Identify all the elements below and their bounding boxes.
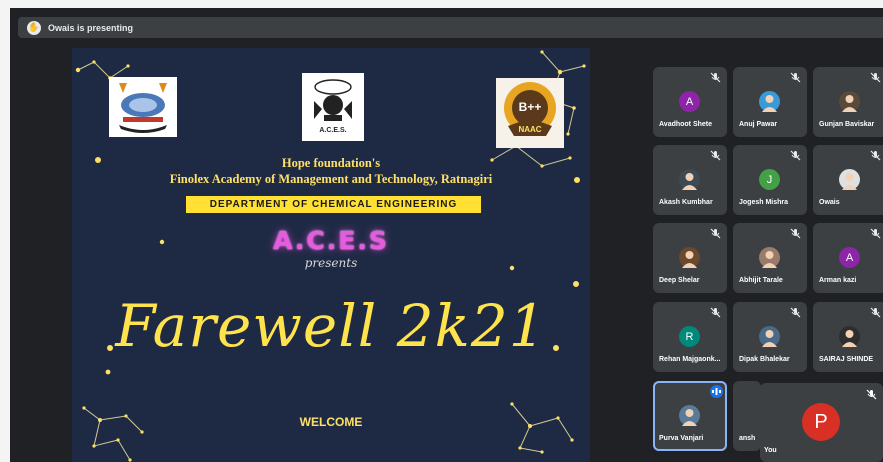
participant-tile[interactable]: Owais [813, 145, 883, 215]
participant-tile[interactable]: J Jogesh Mishra [733, 145, 807, 215]
participant-name: Anuj Pawar [739, 121, 778, 128]
participant-tile[interactable]: A Avadhoot Shete [653, 67, 727, 137]
avatar: R [679, 326, 700, 347]
avatar: A [679, 91, 700, 112]
self-label: You [764, 447, 777, 454]
participant-name: Abhijit Tarale [739, 277, 783, 284]
mic-off-icon [710, 72, 721, 83]
presenting-bar: ✋ Owais is presenting [18, 17, 883, 38]
mic-off-icon [710, 150, 721, 161]
avatar [679, 247, 700, 268]
avatar: A [839, 247, 860, 268]
presents-text: presents [304, 256, 358, 270]
mic-off-icon [870, 150, 881, 161]
department-banner: DEPARTMENT OF CHEMICAL ENGINEERING [186, 196, 481, 213]
avatar: P [802, 403, 840, 441]
participant-tile[interactable]: Anuj Pawar [733, 67, 807, 137]
avatar [839, 169, 860, 190]
mic-off-icon [790, 228, 801, 239]
mic-off-icon [866, 389, 877, 400]
presenting-text: Owais is presenting [48, 22, 134, 33]
mic-off-icon [790, 307, 801, 318]
participant-tile[interactable]: Deep Shelar [653, 223, 727, 293]
mic-off-icon [870, 228, 881, 239]
participant-tile[interactable]: Purva Vanjari [653, 381, 727, 451]
naac-grade: B++ [518, 100, 542, 114]
participant-name: Rehan Majgaonk... [659, 356, 721, 363]
avatar [759, 91, 780, 112]
participant-name: Purva Vanjari [659, 435, 704, 442]
avatar [679, 169, 700, 190]
participant-name: SAIRAJ SHINDE [819, 356, 874, 363]
institution-name: Finolex Academy of Management and Techno… [169, 172, 493, 186]
avatar [839, 91, 860, 112]
aces-logo-caption: A.C.E.S. [319, 127, 347, 134]
participant-name: ansh [739, 435, 756, 442]
welcome-text: WELCOME [299, 415, 363, 429]
participant-tile[interactable]: SAIRAJ SHINDE [813, 302, 883, 372]
participant-name: Arman kazi [819, 277, 857, 284]
avatar [759, 326, 780, 347]
participant-tile[interactable]: Akash Kumbhar [653, 145, 727, 215]
participant-tile[interactable]: R Rehan Majgaonk... [653, 302, 727, 372]
hope-foundation-title: Hope foundation's [281, 156, 381, 170]
self-view-tile[interactable]: P You [760, 383, 883, 462]
hand-icon: ✋ [27, 20, 41, 35]
participant-name: Akash Kumbhar [659, 199, 713, 206]
aces-title: A.C.E.S [273, 226, 389, 255]
avatar [759, 247, 780, 268]
participant-name: Gunjan Baviskar [819, 121, 875, 128]
avatar [679, 405, 700, 426]
participant-name: Dipak Bhalekar [739, 356, 790, 363]
mic-off-icon [870, 307, 881, 318]
participant-tile[interactable]: ansh [733, 381, 761, 451]
participant-tile[interactable]: Abhijit Tarale [733, 223, 807, 293]
crest-emblem-icon [119, 83, 167, 133]
mic-off-icon [710, 307, 721, 318]
naac-label: NAAC [518, 125, 542, 134]
institution-crest-logo [109, 77, 177, 137]
speaking-indicator-icon [710, 385, 723, 398]
participant-tile[interactable]: Dipak Bhalekar [733, 302, 807, 372]
mic-off-icon [870, 72, 881, 83]
mic-off-icon [790, 150, 801, 161]
farewell-headline: Farewell 2k21 [115, 292, 547, 360]
participant-tile[interactable]: Gunjan Baviskar [813, 67, 883, 137]
avatar: J [759, 169, 780, 190]
mic-off-icon [790, 72, 801, 83]
presentation-slide: A.C.E.S. B++ NAAC Hope foundation's Fino… [72, 48, 590, 462]
participant-name: Owais [819, 199, 840, 206]
naac-badge-logo: B++ NAAC [496, 78, 564, 148]
participant-tile[interactable]: A Arman kazi [813, 223, 883, 293]
mic-off-icon [710, 228, 721, 239]
participant-name: Avadhoot Shete [659, 121, 713, 128]
participant-name: Jogesh Mishra [739, 199, 789, 206]
aces-logo: A.C.E.S. [302, 73, 364, 141]
participant-name: Deep Shelar [659, 277, 700, 284]
meet-window: ✋ Owais is presenting A.C.E.S. B++ NAAC … [10, 8, 883, 462]
avatar [839, 326, 860, 347]
